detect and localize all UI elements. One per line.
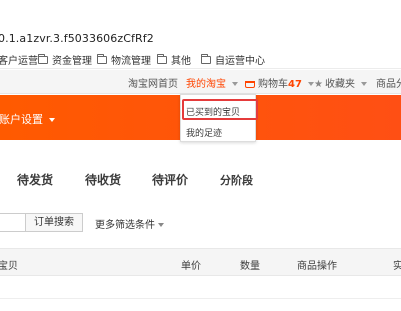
chevron-down-icon [232, 82, 238, 86]
highlight-box [182, 99, 258, 120]
order-status-tabs: 待发货 待收货 待评价 分阶段 [0, 165, 401, 195]
nav-favorites-label: 收藏夹 [324, 79, 355, 90]
site-top-nav: 淘宝网首页 我的淘宝 购物车47 ★收藏夹 商品分 [0, 70, 401, 94]
nav-cart-label: 购物车 [258, 79, 288, 90]
tab-to-receive[interactable]: 待收货 [85, 171, 121, 188]
bookmark-label: 客户运营 [0, 56, 38, 67]
folder-icon [97, 53, 107, 64]
column-header-quantity: 数量 [240, 261, 260, 272]
column-header-item: 宝贝 [0, 261, 18, 272]
cart-count-badge: 47 [288, 79, 302, 90]
tab-installments[interactable]: 分阶段 [220, 172, 253, 188]
account-settings-menu[interactable]: 账户设置 [0, 111, 55, 127]
chevron-down-icon [158, 223, 164, 227]
table-body-edge [0, 298, 401, 311]
chevron-down-icon [360, 82, 367, 86]
column-header-paid: 实 [393, 261, 401, 272]
nav-my-taobao[interactable]: 我的淘宝 [186, 75, 238, 90]
nav-favorites[interactable]: ★ 收藏夹 [314, 75, 367, 90]
column-header-item-actions: 商品操作 [297, 261, 337, 272]
folder-icon [201, 53, 211, 64]
bookmark-logistics[interactable]: 物流管理 [97, 52, 151, 67]
order-search-button[interactable]: 订单搜索 [25, 213, 83, 232]
address-bar[interactable]: 0.1.a1zvr.3.f5033606zCfRf2 [0, 0, 401, 45]
bookmark-funds[interactable]: 资金管理 [38, 52, 92, 67]
bookmark-other[interactable]: 其他 [157, 52, 191, 67]
nav-my-taobao-label: 我的淘宝 [186, 79, 226, 90]
folder-icon [157, 53, 167, 64]
nav-home-link[interactable]: 淘宝网首页 [128, 75, 178, 90]
cart-icon [245, 81, 255, 88]
account-settings-label: 账户设置 [0, 113, 43, 126]
bookmark-label: 自运营中心 [215, 56, 265, 67]
chevron-down-icon [49, 118, 55, 122]
nav-cart[interactable]: 购物车47 [245, 75, 314, 90]
page: 0.1.a1zvr.3.f5033606zCfRf2 客户运营 资金管理 物流管… [0, 0, 401, 311]
bookmark-label: 物流管理 [111, 56, 151, 67]
bookmark-label: 其他 [171, 56, 191, 67]
star-icon: ★ [314, 79, 323, 90]
bookmark-customer-ops[interactable]: 客户运营 [0, 52, 38, 67]
bookmark-self-op-center[interactable]: 自运营中心 [201, 52, 265, 67]
more-filters-label: 更多筛选条件 [95, 220, 155, 231]
bookmarks-bar: 客户运营 资金管理 物流管理 其他 自运营中心 [0, 49, 401, 69]
more-filters-toggle[interactable]: 更多筛选条件 [95, 216, 164, 231]
folder-icon [38, 53, 48, 64]
bookmark-label: 资金管理 [52, 56, 92, 67]
orders-table-header: 宝贝 单价 数量 商品操作 实 [0, 248, 401, 276]
tab-to-ship[interactable]: 待发货 [17, 171, 53, 188]
url-text: 0.1.a1zvr.3.f5033606zCfRf2 [0, 32, 154, 45]
dropdown-item-my-footprints[interactable]: 我的足迹 [186, 126, 222, 139]
order-search-input[interactable] [0, 213, 25, 232]
column-header-unit-price: 单价 [181, 261, 201, 272]
tab-to-review[interactable]: 待评价 [152, 171, 188, 188]
nav-category[interactable]: 商品分 [376, 75, 401, 90]
